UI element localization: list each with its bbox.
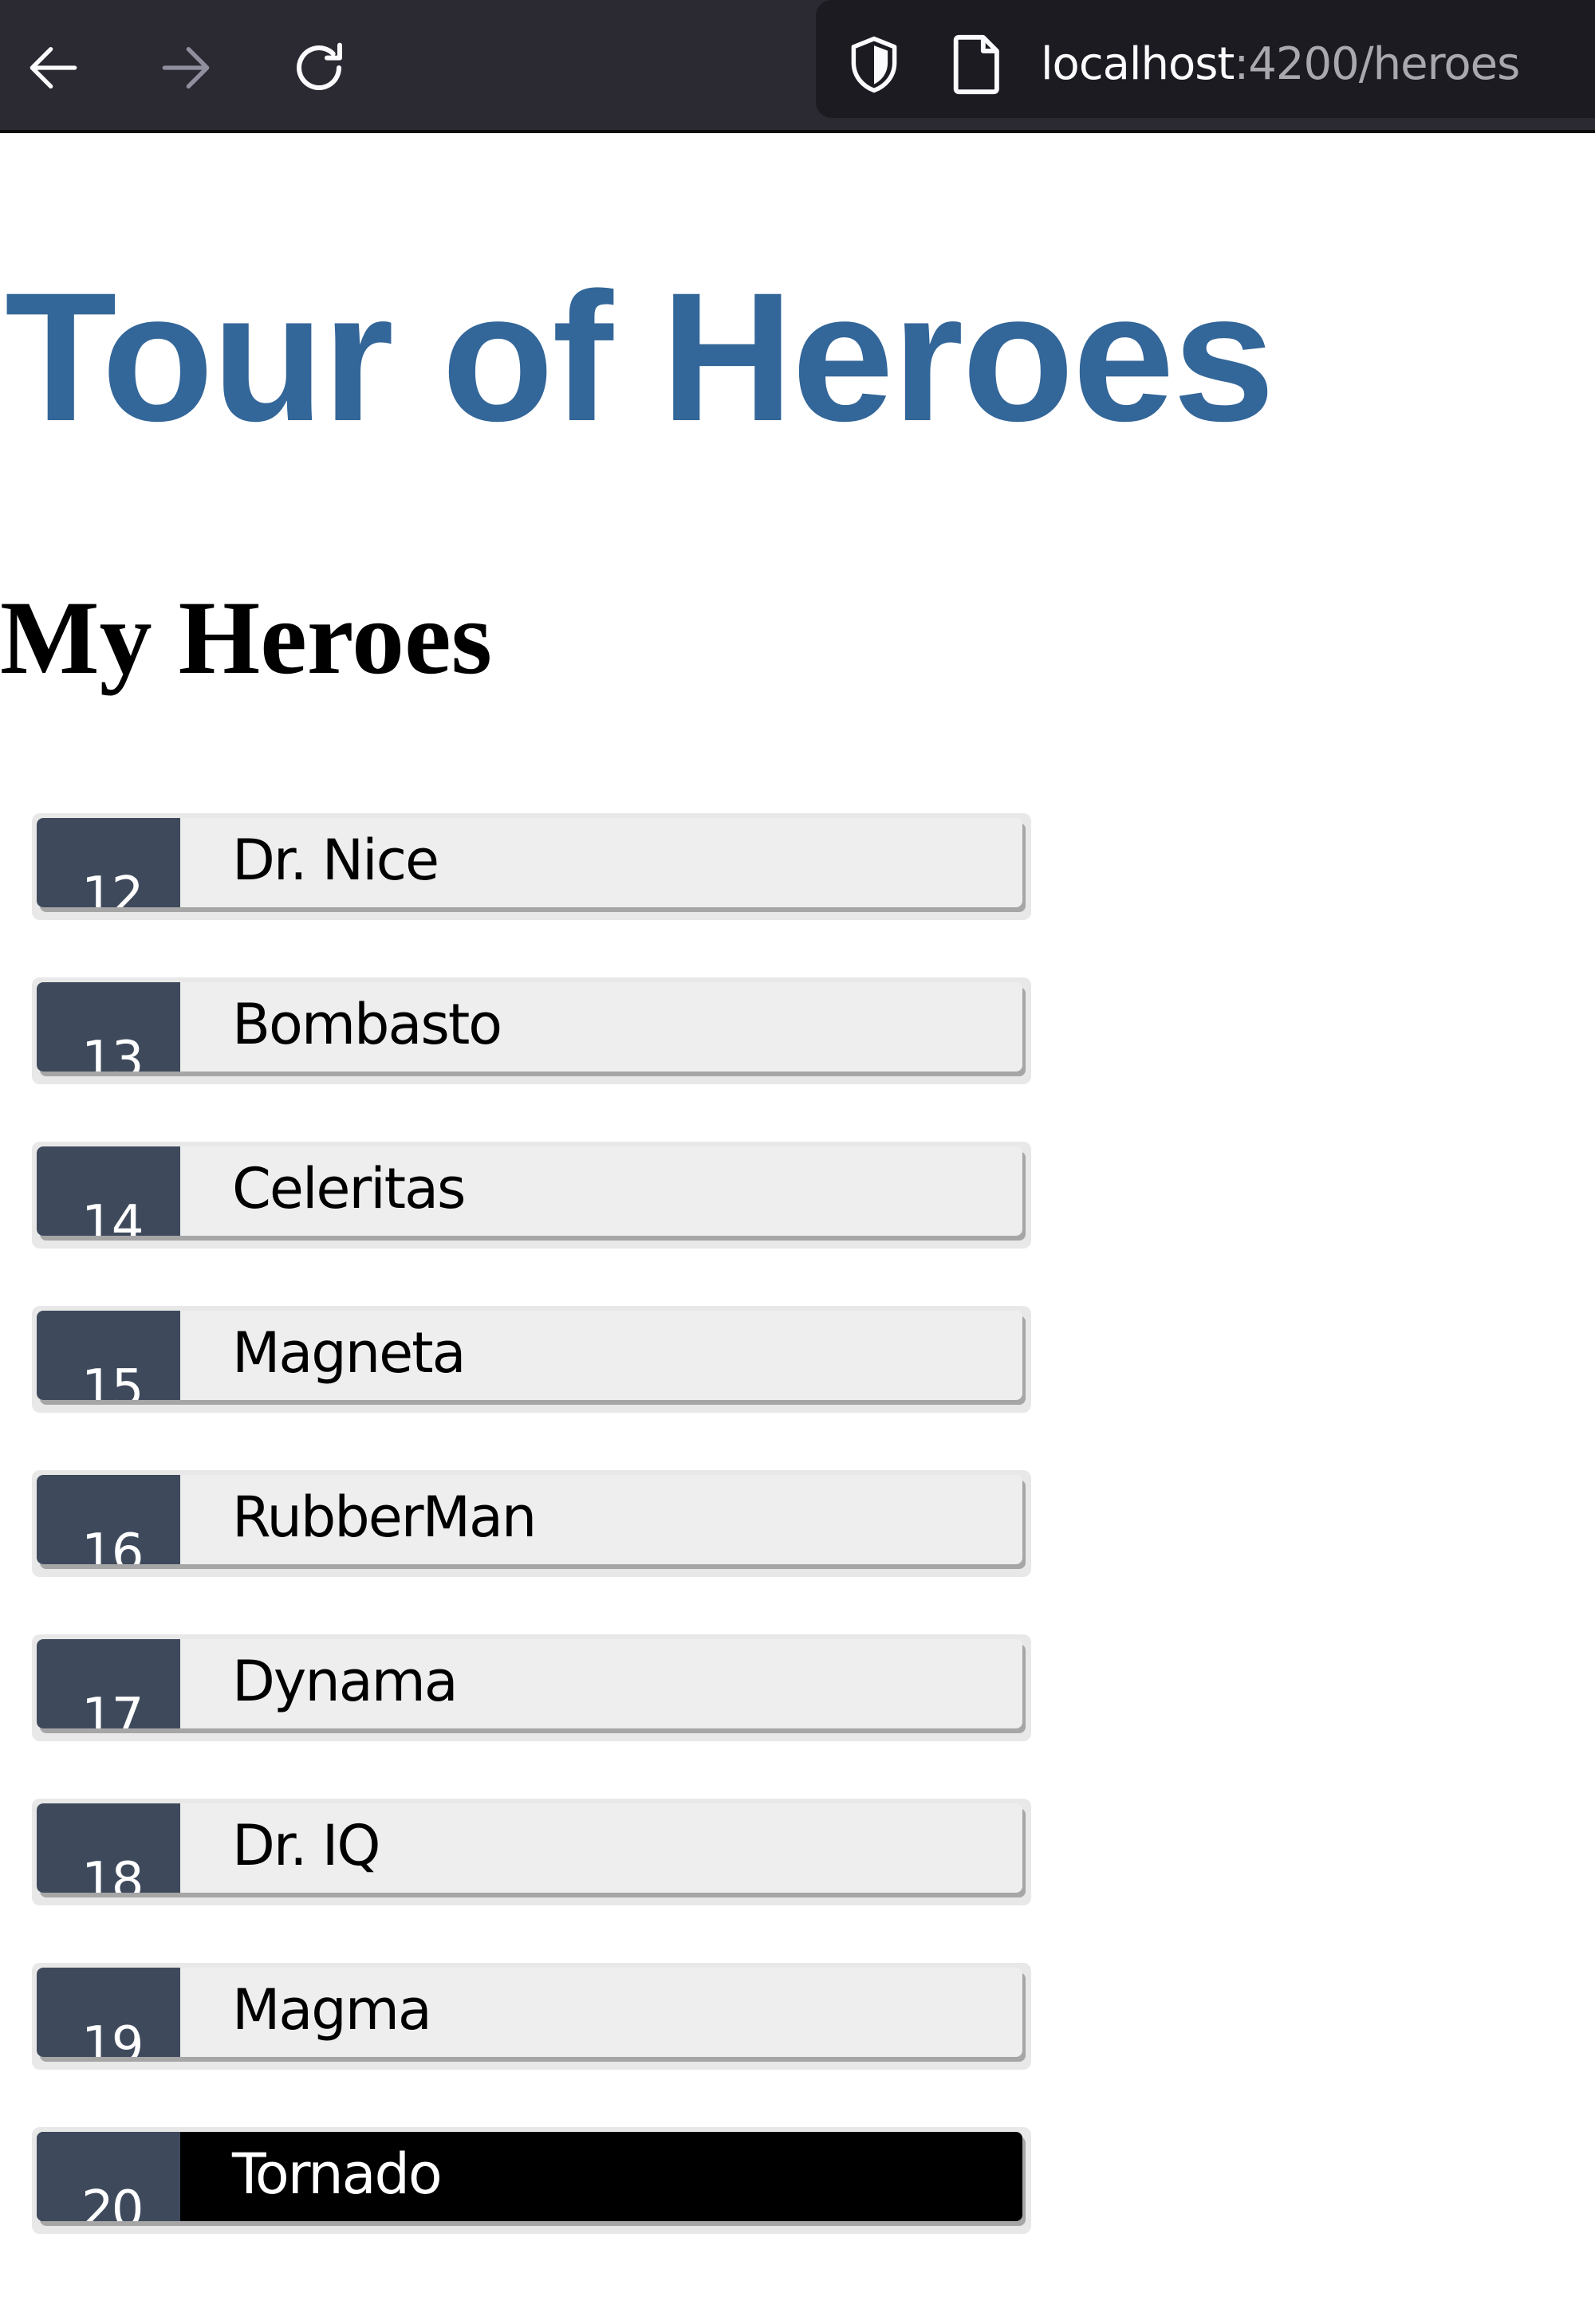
back-arrow-icon [30,47,77,89]
hero-id: 19 [81,2016,144,2057]
hero-button[interactable]: 13 Bombasto [37,982,1022,1072]
hero-id: 14 [81,1195,144,1236]
reload-button[interactable] [283,32,355,104]
hero-item[interactable]: 14 Celeritas [32,1142,1031,1249]
hero-id-badge: 19 [37,1968,180,2057]
back-button[interactable] [18,32,89,104]
hero-id-badge: 15 [37,1311,180,1400]
heroes-heading: My Heroes [0,579,493,696]
hero-name: Celeritas [232,1156,466,1221]
hero-item[interactable]: 18 Dr. IQ [32,1799,1031,1905]
hero-id-badge: 14 [37,1146,180,1236]
shield-icon[interactable] [841,32,907,97]
hero-name: Dynama [232,1649,459,1714]
browser-toolbar: localhost:4200/heroes [0,0,1595,133]
hero-button[interactable]: 15 Magneta [37,1311,1022,1400]
hero-name: Tornado [232,2141,443,2207]
hero-item[interactable]: 17 Dynama [32,1634,1031,1741]
hero-button[interactable]: 17 Dynama [37,1639,1022,1728]
hero-button[interactable]: 12 Dr. Nice [37,818,1022,907]
hero-item[interactable]: 20 Tornado [32,2127,1031,2234]
hero-id-badge: 18 [37,1803,180,1893]
hero-id: 20 [81,2180,144,2221]
hero-name: Dr. Nice [232,828,439,893]
hero-button[interactable]: 18 Dr. IQ [37,1803,1022,1893]
forward-arrow-icon [162,47,210,89]
hero-id: 16 [81,1524,144,1564]
hero-name: Magneta [232,1320,466,1386]
hero-name: Magma [232,1977,432,2043]
heroes-list: 12 Dr. Nice 13 Bombasto 14 Celeritas 15 … [32,813,1031,2291]
hero-id-badge: 16 [37,1475,180,1564]
app-title: Tour of Heroes [5,254,1275,459]
hero-name: Bombasto [232,992,502,1057]
hero-button[interactable]: 14 Celeritas [37,1146,1022,1236]
hero-id-badge: 17 [37,1639,180,1728]
hero-item[interactable]: 13 Bombasto [32,977,1031,1084]
hero-button[interactable]: 16 RubberMan [37,1475,1022,1564]
hero-name: Dr. IQ [232,1813,380,1878]
hero-item[interactable]: 12 Dr. Nice [32,813,1031,920]
url-path: :4200/heroes [1234,38,1520,90]
hero-id-badge: 20 [37,2132,180,2221]
url-text[interactable]: localhost:4200/heroes [1041,32,1520,97]
hero-button[interactable]: 19 Magma [37,1968,1022,2057]
hero-id-badge: 12 [37,818,180,907]
hero-item[interactable]: 19 Magma [32,1963,1031,2070]
hero-button[interactable]: 20 Tornado [37,2132,1022,2221]
hero-id: 17 [81,1688,144,1728]
url-host: localhost [1041,38,1235,90]
hero-id: 15 [81,1359,144,1400]
forward-button[interactable] [150,32,222,104]
hero-name: RubberMan [232,1484,537,1550]
hero-id-badge: 13 [37,982,180,1072]
hero-item[interactable]: 15 Magneta [32,1306,1031,1413]
page-icon[interactable] [947,32,1008,97]
reload-icon [297,42,342,90]
hero-id: 13 [81,1031,144,1072]
hero-id: 12 [81,867,144,907]
hero-item[interactable]: 16 RubberMan [32,1470,1031,1577]
hero-id: 18 [81,1852,144,1893]
